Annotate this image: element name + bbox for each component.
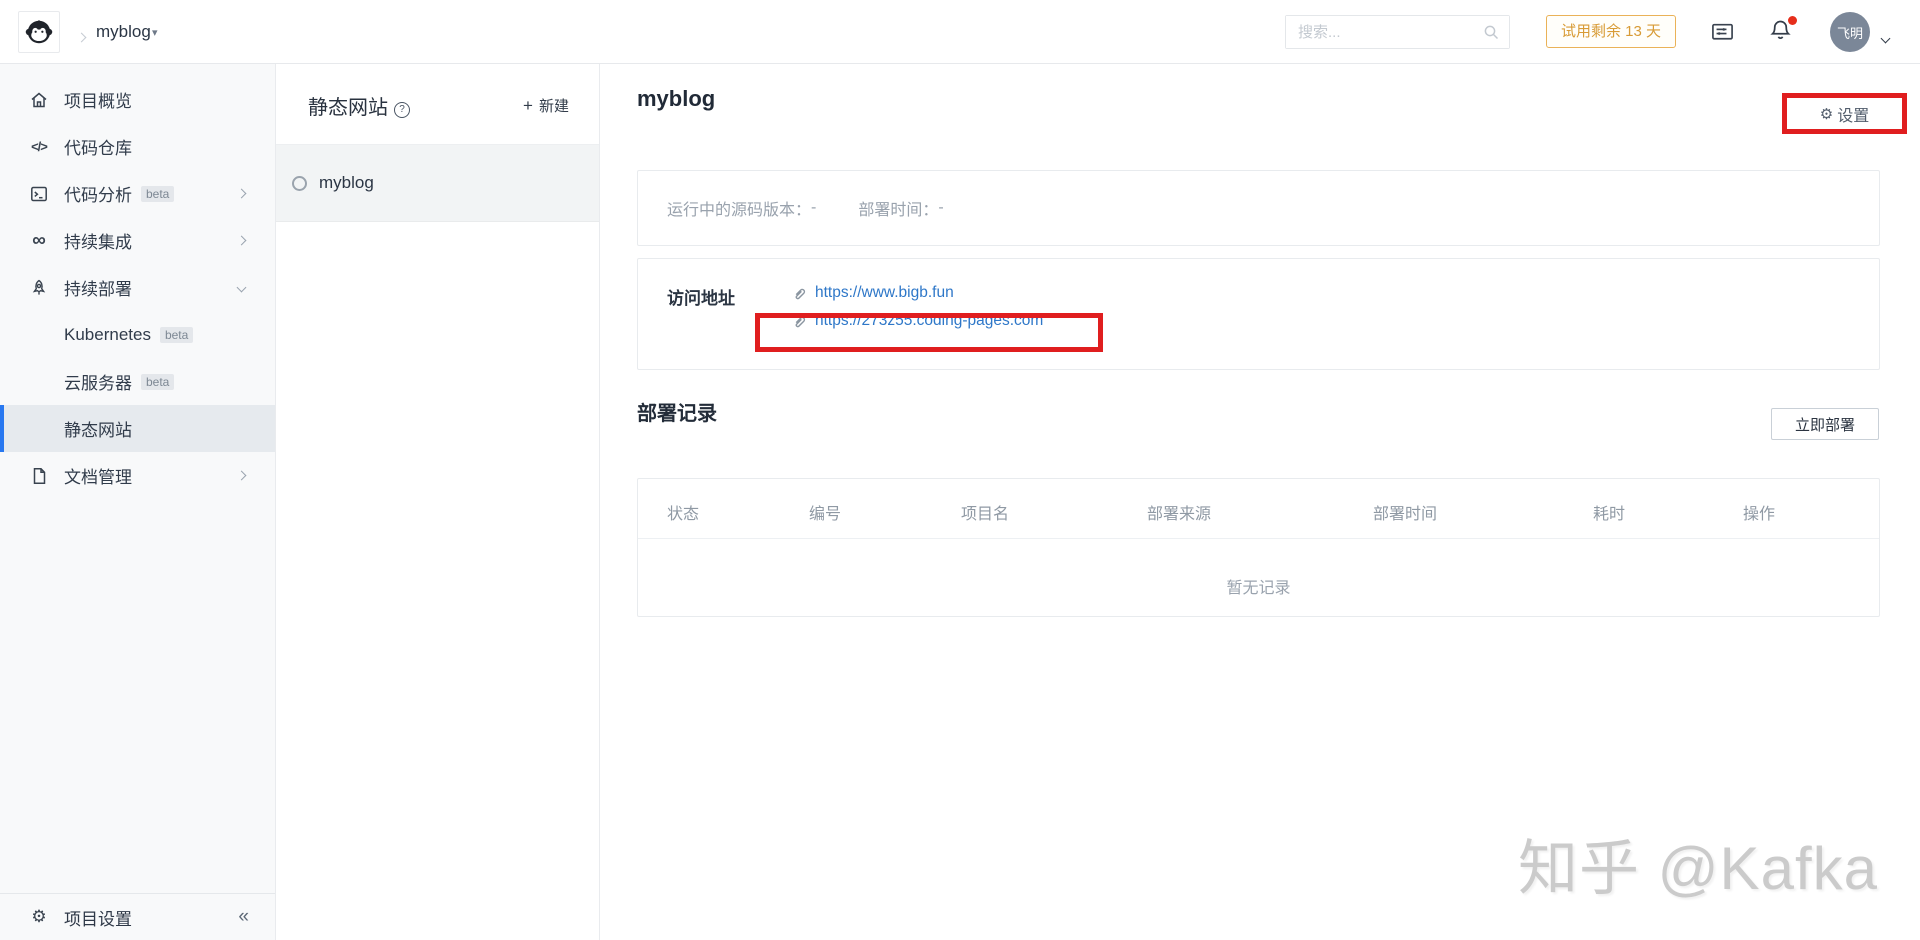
project-sidebar: 项目概览 </> 代码仓库 代码分析 beta ∞ 持续集成 [0,64,276,940]
source-version-label: 运行中的源码版本： [667,196,811,220]
column-header-number: 编号 [809,500,841,524]
sidebar-item-cd[interactable]: 持续部署 [0,264,275,311]
top-bar: myblog ▾ 试用剩余 13 天 飞明 [0,0,1920,64]
terminal-icon [28,184,50,204]
sidebar-item-label: 代码分析 [64,181,132,206]
sidebar-item-code-analysis[interactable]: 代码分析 beta [0,170,275,217]
sidebar-item-label: 静态网站 [64,416,132,441]
breadcrumb-project-name[interactable]: myblog [96,16,151,48]
sidebar-footer-label: 项目设置 [64,905,132,930]
plus-icon: + [523,96,533,115]
status-circle-icon [292,176,307,191]
new-site-label: 新建 [539,98,569,115]
sidebar-item-label: 文档管理 [64,463,132,488]
user-menu-caret-icon[interactable] [1882,29,1889,47]
chevron-right-icon [237,189,247,199]
document-icon [28,466,50,486]
workbench-icon[interactable] [1710,20,1735,45]
sidebar-item-project-settings[interactable]: ⚙ 项目设置 « [0,893,275,940]
app-window: myblog ▾ 试用剩余 13 天 飞明 [0,0,1920,940]
beta-badge: beta [141,186,174,202]
column-header-project: 项目名 [961,500,1009,524]
breadcrumb-separator-icon [78,28,85,46]
monkey-logo-icon [24,17,54,47]
beta-badge: beta [141,374,174,390]
link-icon [791,285,807,301]
global-search [1285,15,1510,49]
beta-badge: beta [160,327,193,343]
column-header-status: 状态 [667,500,699,524]
gear-icon: ⚙ [28,907,50,927]
site-url-link[interactable]: https://www.bigb.fun [815,284,954,302]
trial-remaining-button[interactable]: 试用剩余 13 天 [1546,15,1676,48]
annotation-box-settings [1782,93,1907,134]
sidebar-item-label: 持续集成 [64,228,132,253]
deploy-now-button[interactable]: 立即部署 [1771,408,1879,440]
new-site-button[interactable]: + 新建 [523,95,569,116]
sidebar-nav: 项目概览 </> 代码仓库 代码分析 beta ∞ 持续集成 [0,64,275,499]
collapse-sidebar-icon[interactable]: « [238,906,249,928]
deploy-time-value: - [938,199,943,217]
site-name: myblog [319,173,374,193]
notification-badge-dot [1788,16,1797,25]
rocket-icon [28,278,50,298]
sidebar-item-kubernetes[interactable]: Kubernetes beta [0,311,275,358]
main-content: myblog ⚙ 设置 运行中的源码版本： - 部署时间： - 访问地址 htt… [600,64,1920,940]
table-empty-text: 暂无记录 [638,574,1879,598]
deploy-time-label: 部署时间： [858,196,938,220]
help-icon[interactable]: ? [394,102,410,118]
site-link-row: https://www.bigb.fun [791,280,954,306]
code-icon: </> [28,139,50,154]
chevron-right-icon [237,236,247,246]
search-input[interactable] [1286,16,1509,48]
deploy-records-title: 部署记录 [637,397,717,426]
sidebar-item-static-website[interactable]: 静态网站 [0,405,275,452]
chevron-right-icon [237,471,247,481]
infinity-icon: ∞ [28,234,50,248]
search-icon [1483,24,1500,41]
sidebar-item-label: 云服务器 [64,369,132,394]
notifications-bell[interactable] [1768,18,1796,46]
project-switch-caret-icon[interactable]: ▾ [152,18,158,48]
coding-logo[interactable] [18,11,60,53]
column-header-actions: 操作 [1743,500,1775,524]
sidebar-item-label: 项目概览 [64,87,132,112]
column-header-source: 部署来源 [1147,500,1211,524]
sidebar-item-code-repo[interactable]: </> 代码仓库 [0,123,275,170]
chevron-down-icon [237,283,247,293]
sidebar-item-label: 代码仓库 [64,134,132,159]
panel-title: 静态网站? [308,91,410,120]
sidebar-item-project-overview[interactable]: 项目概览 [0,76,275,123]
runtime-info-card: 运行中的源码版本： - 部署时间： - [637,170,1880,246]
sidebar-item-cloud-server[interactable]: 云服务器 beta [0,358,275,405]
sidebar-item-ci[interactable]: ∞ 持续集成 [0,217,275,264]
column-header-duration: 耗时 [1593,500,1625,524]
deploy-records-table: 状态 编号 项目名 部署来源 部署时间 耗时 操作 暂无记录 [637,478,1880,617]
table-header-row: 状态 编号 项目名 部署来源 部署时间 耗时 操作 [638,479,1879,539]
annotation-box-link [755,313,1103,352]
panel-title-text: 静态网站 [308,97,388,119]
site-list-item[interactable]: myblog [276,145,599,222]
sidebar-item-label: 持续部署 [64,275,132,300]
user-avatar[interactable]: 飞明 [1830,12,1870,52]
sidebar-item-label: Kubernetes [64,325,151,345]
source-version-value: - [811,199,816,217]
panel-header: 静态网站? + 新建 [276,64,599,145]
watermark: 知乎 @Kafka [1518,820,1878,907]
page-title: myblog [637,86,715,112]
sidebar-item-docs[interactable]: 文档管理 [0,452,275,499]
column-header-deploy-time: 部署时间 [1373,500,1437,524]
home-icon [28,90,50,110]
access-address-label: 访问地址 [667,284,735,309]
static-website-panel: 静态网站? + 新建 myblog [276,64,600,940]
